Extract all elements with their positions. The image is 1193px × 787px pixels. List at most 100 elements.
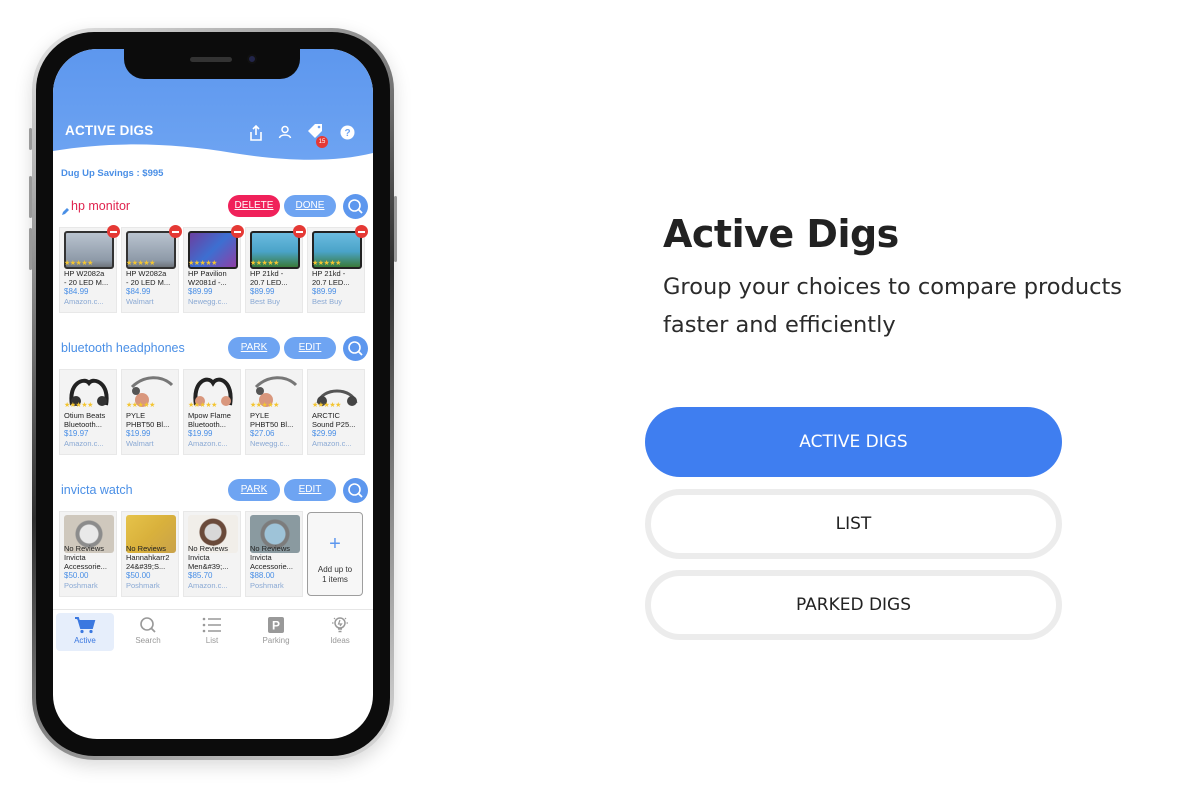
product-name: Hannahkarr2 (126, 553, 170, 562)
app-screen: ACTIVE DIGS 15 ? Dug Up Savings: $995 h… (53, 49, 373, 739)
rating-stars: ★★★★★ (312, 260, 341, 267)
tab-label: Active (74, 636, 96, 645)
product-card[interactable]: ★★★★★ HP 21kd - 20.7 LED... $89.99 Best … (307, 225, 368, 313)
phone-notch (124, 49, 300, 79)
product-card[interactable]: ★★★★★ HP W2082a - 20 LED M... $84.99 Ama… (59, 225, 120, 313)
product-store: Poshmark (64, 581, 98, 590)
product-card[interactable]: ★★★★★ HP 21kd - 20.7 LED... $89.99 Best … (245, 225, 306, 313)
dig-section-bluetooth-headphones: bluetooth headphones PARK EDIT ★★★★★ Oti… (57, 330, 368, 465)
camera (247, 54, 257, 64)
search-icon (348, 199, 363, 214)
product-card[interactable]: ★★★★★ HP Pavilion W2081d -... $89.99 New… (183, 225, 244, 313)
list-button[interactable]: LIST (645, 489, 1062, 559)
user-icon[interactable] (277, 125, 293, 141)
add-item-text: Add up to 1 items (308, 565, 362, 585)
dig-search-button[interactable] (343, 336, 368, 361)
product-name: Invicta (250, 553, 272, 562)
parked-digs-button[interactable]: PARKED DIGS (645, 570, 1062, 640)
product-name: Invicta (64, 553, 86, 562)
rating-stars: ★★★★★ (312, 402, 341, 409)
product-price: $89.99 (188, 287, 213, 296)
done-button[interactable]: DONE (284, 195, 336, 217)
product-store: Best Buy (250, 297, 281, 306)
rating-stars: ★★★★★ (188, 260, 217, 267)
dig-header: bluetooth headphones PARK EDIT (57, 330, 368, 366)
tab-ideas[interactable]: Ideas (311, 613, 369, 651)
help-icon[interactable]: ? (339, 125, 355, 141)
product-name-line2: Bluetooth... (188, 420, 226, 429)
hero-subtitle: Group your choices to compare products f… (663, 274, 1123, 338)
phone-volume-up (29, 176, 32, 218)
product-price: $85.70 (188, 571, 213, 580)
tab-list[interactable]: List (183, 613, 241, 651)
product-name: PYLE (250, 411, 270, 420)
phone-power-button (394, 196, 397, 262)
dig-search-button[interactable] (343, 478, 368, 503)
remove-icon[interactable] (231, 225, 244, 238)
product-card[interactable]: No Reviews Invicta Accessorie... $88.00 … (245, 511, 303, 597)
product-card[interactable]: No Reviews Hannahkarr2 24&#39;S... $50.0… (121, 511, 179, 597)
product-store: Walmart (126, 297, 154, 306)
search-icon (348, 341, 363, 356)
svg-text:?: ? (344, 128, 350, 139)
product-card[interactable]: ★★★★★ ARCTIC Sound P25... $29.99 Amazon.… (307, 369, 365, 455)
add-item-card[interactable]: + Add up to 1 items (307, 512, 363, 596)
product-name-line2: 24&#39;S... (126, 562, 166, 571)
product-name-line2: Men&#39;... (188, 562, 229, 571)
remove-icon[interactable] (169, 225, 182, 238)
dig-title[interactable]: hp monitor (71, 199, 130, 213)
product-name: HP W2082a (64, 269, 105, 278)
tab-label: Parking (262, 636, 290, 645)
delete-button[interactable]: DELETE (228, 195, 280, 217)
dig-items: ★★★★★ Otium Beats Bluetooth... $19.97 Am… (57, 369, 368, 459)
svg-text:P: P (272, 619, 280, 633)
rating-stars: ★★★★★ (64, 402, 93, 409)
product-name: Invicta (188, 553, 210, 562)
active-digs-button[interactable]: ACTIVE DIGS (645, 407, 1062, 477)
edit-button[interactable]: EDIT (284, 479, 336, 501)
review-status: No Reviews (64, 544, 105, 553)
savings-text: Dug Up Savings : $995 (61, 168, 164, 179)
dig-title[interactable]: invicta watch (61, 483, 133, 497)
product-name-line2: 20.7 LED... (250, 278, 288, 287)
tab-bar: Active Search List P Parking Ideas (53, 609, 373, 655)
product-price: $29.99 (312, 429, 337, 438)
share-icon[interactable] (248, 124, 264, 141)
product-price: $50.00 (126, 571, 151, 580)
rating-stars: ★★★★★ (126, 260, 155, 267)
product-price: $50.00 (64, 571, 89, 580)
product-name-line2: PHBT50 Bl... (250, 420, 294, 429)
edit-button[interactable]: EDIT (284, 337, 336, 359)
tab-parking[interactable]: P Parking (247, 613, 305, 651)
plus-icon: + (329, 533, 341, 555)
product-card[interactable]: ★★★★★ PYLE PHBT50 Bl... $27.06 Newegg.c.… (245, 369, 303, 455)
remove-icon[interactable] (293, 225, 306, 238)
product-name-line2: Accessorie... (250, 562, 293, 571)
rating-stars: ★★★★★ (250, 402, 279, 409)
park-button[interactable]: PARK (228, 337, 280, 359)
product-price: $89.99 (312, 287, 337, 296)
cart-icon (75, 617, 96, 634)
tab-active[interactable]: Active (56, 613, 114, 651)
add-item-line2: 1 items (322, 575, 348, 584)
product-card[interactable]: No Reviews Invicta Men&#39;... $85.70 Am… (183, 511, 241, 597)
product-card[interactable]: ★★★★★ HP W2082a - 20 LED M... $84.99 Wal… (121, 225, 182, 313)
product-name-line2: Accessorie... (64, 562, 107, 571)
dig-title[interactable]: bluetooth headphones (61, 341, 185, 355)
product-card[interactable]: ★★★★★ PYLE PHBT50 Bl... $19.99 Walmart (121, 369, 179, 455)
dig-header: invicta watch PARK EDIT (57, 472, 368, 508)
remove-icon[interactable] (107, 225, 120, 238)
product-card[interactable]: No Reviews Invicta Accessorie... $50.00 … (59, 511, 117, 597)
tab-search[interactable]: Search (119, 613, 177, 651)
product-name-line2: PHBT50 Bl... (126, 420, 170, 429)
phone-bezel: ACTIVE DIGS 15 ? Dug Up Savings: $995 h… (36, 32, 390, 756)
dig-search-button[interactable] (343, 194, 368, 219)
product-card[interactable]: ★★★★★ Mpow Flame Bluetooth... $19.99 Ama… (183, 369, 241, 455)
park-button[interactable]: PARK (228, 479, 280, 501)
search-icon (348, 483, 363, 498)
pencil-icon[interactable] (61, 201, 70, 220)
product-price: $84.99 (64, 287, 89, 296)
product-card[interactable]: ★★★★★ Otium Beats Bluetooth... $19.97 Am… (59, 369, 117, 455)
remove-icon[interactable] (355, 225, 368, 238)
list-icon (202, 617, 221, 633)
